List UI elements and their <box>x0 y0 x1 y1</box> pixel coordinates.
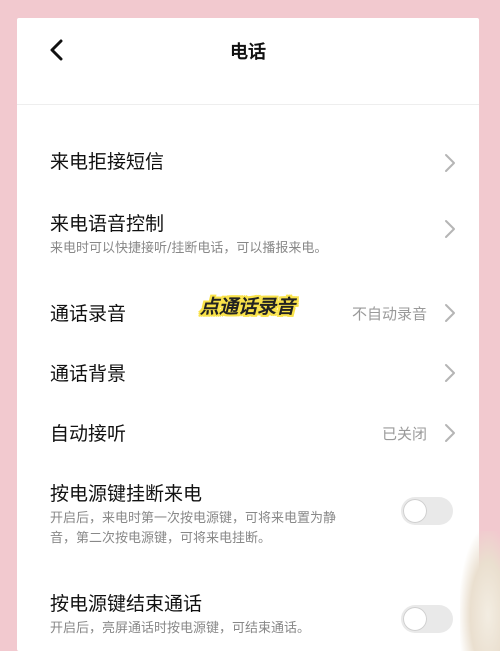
chevron-right-icon <box>445 220 455 238</box>
power-end-call-toggle[interactable] <box>401 605 453 633</box>
chevron-right-icon <box>445 364 455 382</box>
row-call-background[interactable]: 通话背景 <box>17 351 479 411</box>
row-title: 通话录音 <box>50 303 127 325</box>
row-voice-control[interactable]: 来电语音控制 来电时可以快捷接听/挂断电话，可以播报来电。 <box>17 201 479 281</box>
row-value: 已关闭 <box>381 425 427 443</box>
row-title: 来电语音控制 <box>50 213 165 235</box>
chevron-right-icon <box>445 154 455 172</box>
chevron-right-icon <box>445 424 455 442</box>
row-power-end-call: 按电源键结束通话 开启后，亮屏通话时按电源键，可结束通话。 <box>17 581 479 651</box>
row-sms-reject[interactable]: 来电拒接短信 <box>17 129 479 199</box>
toggle-knob <box>403 607 427 631</box>
row-value: 不自动录音 <box>351 305 427 323</box>
annotation-label: 点通话录音 <box>200 296 296 318</box>
header: 电话 <box>17 18 479 105</box>
toggle-knob <box>403 499 427 523</box>
row-auto-answer[interactable]: 自动接听 已关闭 <box>17 411 479 471</box>
page-title: 电话 <box>230 42 266 63</box>
chevron-right-icon <box>445 304 455 322</box>
power-hangup-toggle[interactable] <box>401 497 453 525</box>
row-title: 通话背景 <box>50 363 127 385</box>
settings-screen: 电话 来电拒接短信 来电语音控制 来电时可以快捷接听/挂断电话，可以播报来电。 … <box>17 18 479 651</box>
row-title: 来电拒接短信 <box>50 151 165 173</box>
row-title: 按电源键结束通话 <box>50 593 203 615</box>
decorative-flower <box>460 531 500 651</box>
row-subtitle: 开启后，亮屏通话时按电源键，可结束通话。 <box>50 621 311 636</box>
row-title: 自动接听 <box>50 423 127 445</box>
row-subtitle: 来电时可以快捷接听/挂断电话，可以播报来电。 <box>50 241 328 256</box>
row-power-hangup: 按电源键挂断来电 开启后，来电时第一次按电源键，可将来电置为静音，第二次按电源键… <box>17 471 479 571</box>
row-subtitle: 开启后，来电时第一次按电源键，可将来电置为静音，第二次按电源键，可将来电挂断。 <box>50 511 337 546</box>
row-title: 按电源键挂断来电 <box>50 483 203 505</box>
